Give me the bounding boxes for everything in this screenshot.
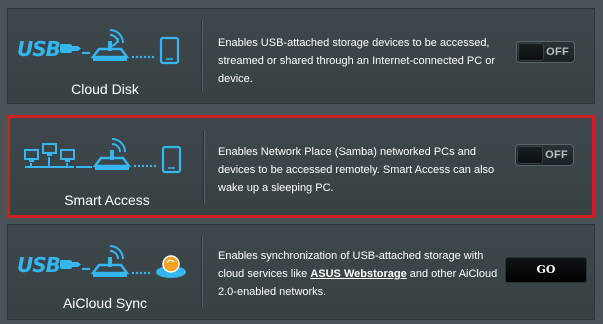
cloud-disk-toggle[interactable]: OFF <box>516 41 575 63</box>
toggle-knob <box>517 146 543 164</box>
network-computers-icon <box>24 143 75 168</box>
router-icon <box>92 138 132 170</box>
smart-access-toggle[interactable]: OFF <box>515 144 574 166</box>
feature-title: Cloud Disk <box>71 81 139 97</box>
usb-logo-icon: USB <box>17 37 81 61</box>
cloud-disk-icon-area: USB Cloud Disk <box>8 9 202 103</box>
feature-row-cloud-disk: USB Cloud Disk Enables USB-attached stor… <box>7 8 595 104</box>
feature-row-aicloud-sync: USB AiCloud Sync Enables synchronization… <box>7 224 595 320</box>
aicloud-sync-illustration: USB <box>17 245 186 278</box>
cloud-disk-illustration: USB <box>17 29 180 65</box>
router-icon <box>90 29 130 61</box>
go-button[interactable]: GO <box>505 257 587 283</box>
feature-description: Enables Network Place (Samba) networked … <box>218 146 495 194</box>
smart-access-illustration <box>24 138 182 174</box>
dotted-link <box>133 164 157 168</box>
phone-icon <box>161 145 182 174</box>
feature-title: Smart Access <box>64 192 150 208</box>
toggle-label: OFF <box>545 149 568 161</box>
feature-row-smart-access: Smart Access Enables Network Place (Samb… <box>7 115 595 218</box>
cloud-sync-icon <box>156 255 186 278</box>
phone-icon <box>159 36 180 65</box>
divider <box>203 130 204 203</box>
divider <box>201 237 202 307</box>
feature-description: Enables synchronization of USB-attached … <box>218 247 508 301</box>
aicloud-sync-icon-area: USB AiCloud Sync <box>8 225 202 319</box>
aicloud-panel: USB Cloud Disk Enables USB-attached stor… <box>0 0 603 324</box>
dotted-link <box>131 55 155 59</box>
toggle-label: OFF <box>546 46 569 58</box>
divider <box>201 21 202 91</box>
svg-text:USB: USB <box>17 253 60 277</box>
svg-text:USB: USB <box>17 37 60 61</box>
toggle-knob <box>518 43 544 61</box>
usb-logo-icon: USB <box>17 253 81 277</box>
asus-webstorage-link[interactable]: ASUS Webstorage <box>310 268 406 280</box>
router-icon <box>90 245 130 277</box>
dotted-link <box>131 271 151 275</box>
feature-title: AiCloud Sync <box>62 295 148 311</box>
feature-description: Enables USB-attached storage devices to … <box>218 37 495 85</box>
smart-access-icon-area: Smart Access <box>10 118 204 215</box>
